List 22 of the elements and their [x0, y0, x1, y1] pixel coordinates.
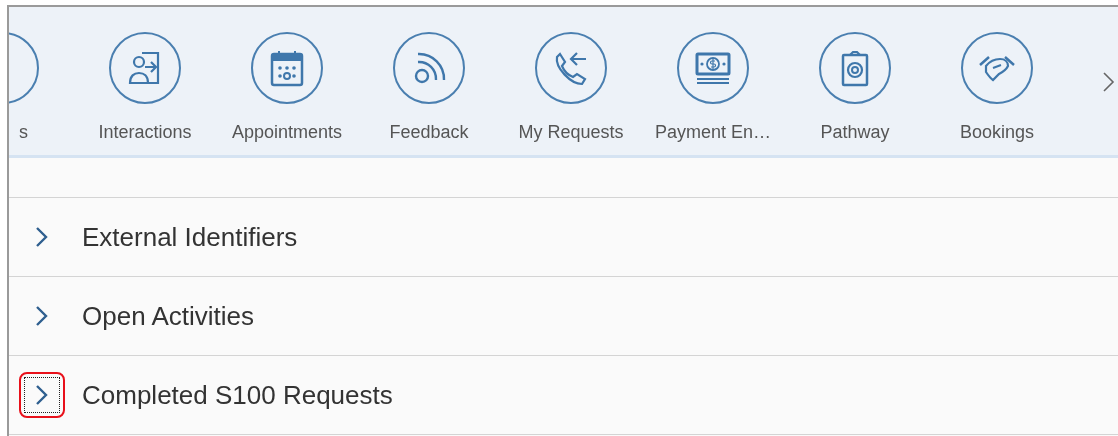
chevron-icon	[35, 384, 49, 406]
app-tile-button[interactable]	[251, 32, 323, 104]
app-tile-button[interactable]	[677, 32, 749, 104]
tile-label[interactable]: Bookings	[959, 119, 1035, 146]
app-tile-button[interactable]	[109, 32, 181, 104]
calendar-icon	[268, 49, 306, 87]
app-tile-button[interactable]	[819, 32, 891, 104]
section-title[interactable]: External Identifiers	[82, 217, 298, 257]
tile-label[interactable]: Payment En…	[654, 119, 772, 146]
chevron-icon	[35, 226, 49, 248]
tile-label[interactable]: s	[19, 119, 28, 146]
app-tile-button[interactable]	[961, 32, 1033, 104]
tile-label[interactable]: My Requests	[518, 119, 624, 146]
app-tile-button[interactable]	[393, 32, 465, 104]
tile-label[interactable]: Appointments	[231, 119, 343, 146]
tile-label[interactable]: Pathway	[820, 119, 890, 146]
chevron-icon	[35, 305, 49, 327]
tile-label[interactable]: Feedback	[389, 119, 469, 146]
tile-label[interactable]: Interactions	[98, 119, 192, 146]
section-title[interactable]: Open Activities	[82, 296, 254, 336]
app-tile-button[interactable]	[535, 32, 607, 104]
section-title[interactable]: Completed S100 Requests	[82, 375, 393, 415]
